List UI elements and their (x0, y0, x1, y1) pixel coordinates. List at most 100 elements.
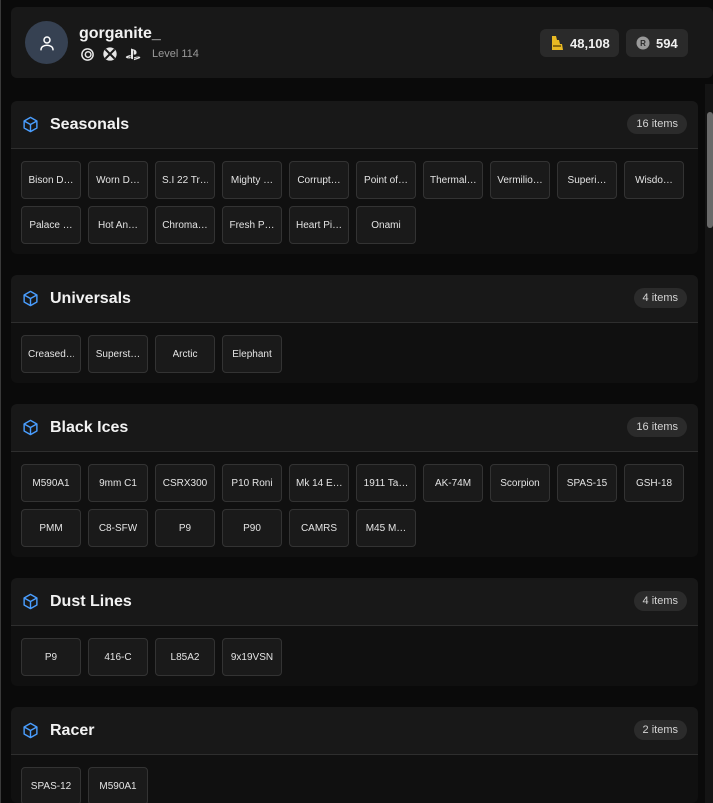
item-chip[interactable]: 9x19VSN (222, 638, 282, 676)
item-chip[interactable]: Vermilio… (490, 161, 550, 199)
item-label: SPAS-12 (30, 780, 72, 792)
item-chip[interactable]: AK-74M (423, 464, 483, 502)
item-grid: SPAS-12 M590A1 (11, 755, 698, 803)
item-label: Scorpion (500, 477, 540, 489)
item-chip[interactable]: M590A1 (88, 767, 148, 803)
section-header[interactable]: Racer 2 items (11, 707, 698, 755)
item-chip[interactable]: S.I 22 Tr… (155, 161, 215, 199)
item-chip[interactable]: P10 Roni (222, 464, 282, 502)
item-count-badge: 4 items (633, 288, 687, 308)
item-chip[interactable]: C8-SFW (88, 509, 148, 547)
scrollbar-thumb[interactable] (707, 112, 713, 228)
item-label: Worn D… (96, 174, 140, 186)
item-label: Heart Pi… (296, 219, 342, 231)
item-chip[interactable]: Heart Pi… (289, 206, 349, 244)
item-chip[interactable]: Wisdo… (624, 161, 684, 199)
item-label: Wisdo… (635, 174, 673, 186)
item-chip[interactable]: Point of… (356, 161, 416, 199)
item-label: Palace … (29, 219, 73, 231)
section-black-ices: Black Ices 16 items M590A1 9mm C1 CSRX300 P… (11, 404, 698, 557)
section-title: Racer (50, 721, 95, 739)
r6-credits-icon: R (636, 36, 650, 50)
cube-icon (22, 722, 39, 739)
section-title: Universals (50, 289, 131, 307)
item-label: Onami (371, 219, 401, 231)
renown-balance[interactable]: 48,108 (540, 29, 619, 57)
item-label: Thermal… (430, 174, 476, 186)
item-chip[interactable]: Elephant (222, 335, 282, 373)
item-label: P90 (243, 522, 261, 534)
item-chip[interactable]: M590A1 (21, 464, 81, 502)
cube-icon (22, 593, 39, 610)
item-label: Vermilio… (497, 174, 543, 186)
item-chip[interactable]: 9mm C1 (88, 464, 148, 502)
section-header[interactable]: Black Ices 16 items (11, 404, 698, 452)
item-label: CAMRS (300, 522, 338, 534)
cube-icon (22, 116, 39, 133)
cube-icon (22, 419, 39, 436)
user-icon (39, 35, 54, 50)
item-chip[interactable]: SPAS-15 (557, 464, 617, 502)
item-label: Creased… (28, 348, 74, 360)
item-label: Bison D… (28, 174, 74, 186)
item-chip[interactable]: Creased… (21, 335, 81, 373)
item-label: Corrupt… (297, 174, 341, 186)
item-chip[interactable]: Thermal… (423, 161, 483, 199)
xbox-icon (102, 46, 118, 62)
avatar[interactable] (25, 21, 68, 64)
item-label: Superi… (567, 174, 607, 186)
section-universals: Universals 4 items Creased… Superst… Arcti… (11, 275, 698, 383)
item-chip[interactable]: L85A2 (155, 638, 215, 676)
item-label: GSH-18 (635, 477, 673, 489)
item-chip[interactable]: Bison D… (21, 161, 81, 199)
item-label: P10 Roni (231, 477, 273, 489)
item-label: CSRX300 (162, 477, 208, 489)
credits-balance[interactable]: R 594 (626, 29, 688, 57)
item-chip[interactable]: P9 (155, 509, 215, 547)
item-chip[interactable]: Onami (356, 206, 416, 244)
item-chip[interactable]: P90 (222, 509, 282, 547)
item-grid: M590A1 9mm C1 CSRX300 P10 Roni Mk 14 E… 1911 … (11, 452, 698, 554)
item-chip[interactable]: Worn D… (88, 161, 148, 199)
playstation-icon (125, 46, 141, 62)
item-chip[interactable]: Superst… (88, 335, 148, 373)
item-count-badge: 16 items (627, 417, 687, 437)
item-label: 9mm C1 (99, 477, 137, 489)
section-header[interactable]: Universals 4 items (11, 275, 698, 323)
item-chip[interactable]: CSRX300 (155, 464, 215, 502)
item-grid: Bison D… Worn D… S.I 22 Tr… Mighty … Corrupt… (11, 149, 698, 251)
item-chip[interactable]: Arctic (155, 335, 215, 373)
section-title: Black Ices (50, 418, 129, 436)
item-chip[interactable]: Mk 14 E… (289, 464, 349, 502)
item-label: Elephant (232, 348, 272, 360)
item-chip[interactable]: Palace … (21, 206, 81, 244)
item-chip[interactable]: GSH-18 (624, 464, 684, 502)
item-label: Superst… (95, 348, 141, 360)
item-chip[interactable]: Hot An… (88, 206, 148, 244)
item-chip[interactable]: P9 (21, 638, 81, 676)
item-chip[interactable]: CAMRS (289, 509, 349, 547)
item-count-badge: 16 items (627, 114, 687, 134)
item-chip[interactable]: 416-C (88, 638, 148, 676)
item-count-badge: 4 items (633, 591, 687, 611)
item-chip[interactable]: Fresh P… (222, 206, 282, 244)
item-chip[interactable]: 1911 Ta… (356, 464, 416, 502)
item-label: Mighty … (230, 174, 274, 186)
item-chip[interactable]: Mighty … (222, 161, 282, 199)
item-chip[interactable]: Scorpion (490, 464, 550, 502)
item-chip[interactable]: SPAS-12 (21, 767, 81, 803)
renown-icon (550, 35, 564, 51)
item-chip[interactable]: M45 M… (356, 509, 416, 547)
section-header[interactable]: Seasonals 16 items (11, 101, 698, 149)
item-chip[interactable]: Superi… (557, 161, 617, 199)
svg-text:R: R (640, 39, 646, 48)
item-chip[interactable]: Chroma… (155, 206, 215, 244)
item-label: Hot An… (97, 219, 139, 231)
section-header[interactable]: Dust Lines 4 items (11, 578, 698, 626)
item-label: M590A1 (99, 780, 137, 792)
item-label: Mk 14 E… (296, 477, 342, 489)
username: gorganite_ (79, 25, 161, 42)
item-chip[interactable]: PMM (21, 509, 81, 547)
item-label: Point of… (364, 174, 408, 186)
item-chip[interactable]: Corrupt… (289, 161, 349, 199)
